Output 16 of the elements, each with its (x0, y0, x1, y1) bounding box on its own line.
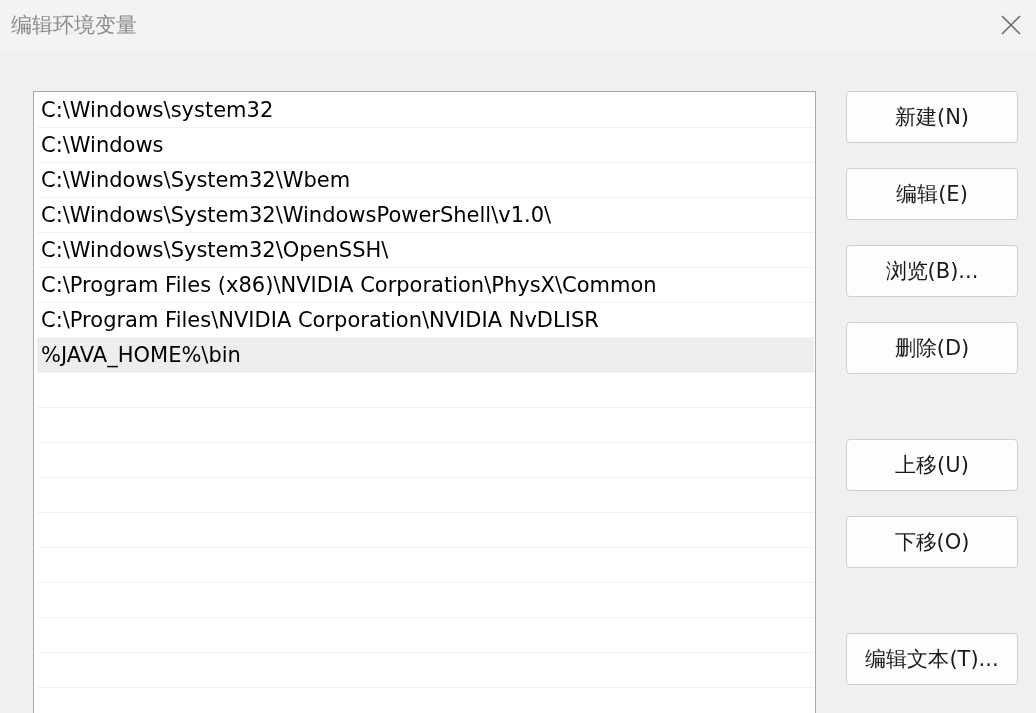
window-title: 编辑环境变量 (11, 12, 137, 39)
path-list-item[interactable]: C:\Windows\System32\OpenSSH\ (37, 233, 814, 268)
close-icon (1001, 15, 1021, 35)
path-list-item[interactable]: C:\Program Files (x86)\NVIDIA Corporation\PhysX\Common (37, 268, 814, 303)
action-button[interactable]: 删除(D) (846, 322, 1018, 374)
path-list-item[interactable]: %JAVA_HOME%\bin (37, 338, 814, 373)
action-button[interactable]: 编辑文本(T)... (846, 633, 1018, 685)
action-button[interactable]: 上移(U) (846, 439, 1018, 491)
path-list-item[interactable]: C:\Windows\System32\Wbem (37, 163, 814, 198)
path-list-item[interactable]: C:\Windows (37, 128, 814, 163)
action-button[interactable]: 编辑(E) (846, 168, 1018, 220)
path-list-item[interactable]: C:\Windows\system32 (37, 93, 814, 128)
action-button[interactable]: 新建(N) (846, 91, 1018, 143)
action-button[interactable]: 下移(O) (846, 516, 1018, 568)
action-button[interactable]: 浏览(B)... (846, 245, 1018, 297)
path-list-item[interactable]: C:\Windows\System32\WindowsPowerShell\v1.0\ (37, 198, 814, 233)
